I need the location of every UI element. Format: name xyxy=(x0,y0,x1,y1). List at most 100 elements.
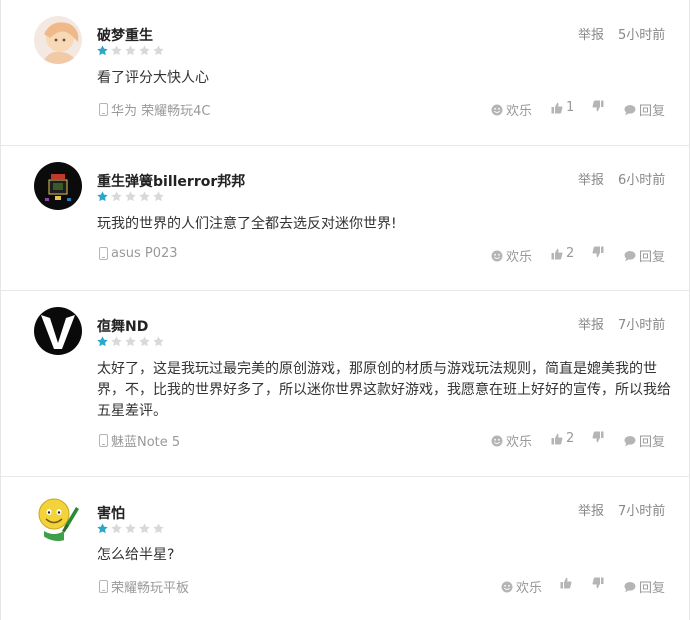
reply-button[interactable]: 回复 xyxy=(624,246,665,265)
review-item: 害怕 举报 7小时前 怎么给半星? 荣耀畅玩平板 欢乐 回复 xyxy=(1,477,689,620)
star-empty-icon xyxy=(111,336,122,347)
star-empty-icon xyxy=(139,523,150,534)
like-count: 2 xyxy=(566,431,575,446)
star-empty-icon xyxy=(153,336,164,347)
report-link[interactable]: 举报 xyxy=(578,500,604,519)
star-empty-icon xyxy=(125,523,136,534)
star-empty-icon xyxy=(125,336,136,347)
like-button[interactable]: 2 xyxy=(551,431,574,446)
comment-icon xyxy=(624,435,636,447)
phone-icon xyxy=(99,580,108,593)
avatar[interactable] xyxy=(34,493,82,541)
review-item: 重生弹簧billerror邦邦 举报 6小时前 玩我的世界的人们注意了全都去选反… xyxy=(1,146,689,291)
thumbs-up-icon xyxy=(551,433,563,445)
review-text: 看了评分大快人心 xyxy=(97,70,209,86)
smiley-icon xyxy=(491,250,503,262)
timestamp: 5小时前 xyxy=(618,28,666,43)
happy-button[interactable]: 欢乐 xyxy=(491,431,532,450)
star-filled-icon xyxy=(97,45,108,56)
star-filled-icon xyxy=(97,523,108,534)
star-rating xyxy=(97,336,164,347)
report-link[interactable]: 举报 xyxy=(578,24,604,43)
dislike-button[interactable] xyxy=(592,577,607,589)
star-empty-icon xyxy=(139,45,150,56)
like-button[interactable]: 2 xyxy=(551,246,574,261)
device-name: 华为 荣耀畅玩4C xyxy=(111,104,211,119)
star-filled-icon xyxy=(97,336,108,347)
like-button[interactable] xyxy=(560,577,575,589)
happy-button[interactable]: 欢乐 xyxy=(491,100,532,119)
smiley-icon xyxy=(491,104,503,116)
device-info: 华为 荣耀畅玩4C xyxy=(99,100,210,119)
star-empty-icon xyxy=(111,523,122,534)
like-count: 1 xyxy=(566,100,575,115)
star-empty-icon xyxy=(125,45,136,56)
reply-button[interactable]: 回复 xyxy=(624,577,665,596)
happy-button[interactable]: 欢乐 xyxy=(501,577,542,596)
device-info: 魅蓝Note 5 xyxy=(99,431,180,450)
happy-button[interactable]: 欢乐 xyxy=(491,246,532,265)
happy-label: 欢乐 xyxy=(506,104,533,119)
thumbs-up-icon xyxy=(551,248,563,260)
device-name: 荣耀畅玩平板 xyxy=(111,581,190,596)
timestamp: 6小时前 xyxy=(618,173,666,188)
review-list: 破梦重生 举报 5小时前 看了评分大快人心 华为 荣耀畅玩4C 欢乐 1 回复 xyxy=(0,0,690,620)
smiley-icon xyxy=(491,435,503,447)
star-empty-icon xyxy=(153,523,164,534)
dislike-button[interactable] xyxy=(592,431,607,443)
avatar[interactable] xyxy=(34,162,82,210)
dislike-button[interactable] xyxy=(592,100,607,112)
like-count: 2 xyxy=(566,246,575,261)
timestamp: 7小时前 xyxy=(618,504,666,519)
happy-label: 欢乐 xyxy=(516,581,543,596)
username[interactable]: 重生弹簧billerror邦邦 xyxy=(97,171,245,191)
star-empty-icon xyxy=(139,191,150,202)
reply-label: 回复 xyxy=(639,581,666,596)
thumbs-down-icon xyxy=(592,100,604,112)
star-empty-icon xyxy=(153,45,164,56)
device-info: asus P023 xyxy=(99,246,178,261)
star-empty-icon xyxy=(111,191,122,202)
avatar[interactable] xyxy=(34,16,82,64)
timestamp: 7小时前 xyxy=(618,318,666,333)
reply-button[interactable]: 回复 xyxy=(624,431,665,450)
star-empty-icon xyxy=(111,45,122,56)
star-empty-icon xyxy=(125,191,136,202)
thumbs-up-icon xyxy=(560,577,572,589)
phone-icon xyxy=(99,247,108,260)
happy-label: 欢乐 xyxy=(506,435,533,450)
reply-label: 回复 xyxy=(639,435,666,450)
username[interactable]: 亱舞ND xyxy=(97,316,148,336)
username[interactable]: 害怕 xyxy=(97,503,125,523)
thumbs-down-icon xyxy=(592,577,604,589)
star-rating xyxy=(97,191,164,202)
star-filled-icon xyxy=(97,191,108,202)
phone-icon xyxy=(99,103,108,116)
review-text: 怎么给半星? xyxy=(97,547,175,563)
star-rating xyxy=(97,523,164,534)
review-item: 亱舞ND 举报 7小时前 太好了，这是我玩过最完美的原创游戏，那原创的材质与游戏… xyxy=(1,291,689,477)
thumbs-up-icon xyxy=(551,102,563,114)
comment-icon xyxy=(624,250,636,262)
review-text: 玩我的世界的人们注意了全都去选反对迷你世界! xyxy=(97,216,397,232)
report-link[interactable]: 举报 xyxy=(578,169,604,188)
like-button[interactable]: 1 xyxy=(551,100,574,115)
reply-label: 回复 xyxy=(639,104,666,119)
device-name: asus P023 xyxy=(111,246,178,261)
phone-icon xyxy=(99,434,108,447)
star-empty-icon xyxy=(139,336,150,347)
thumbs-down-icon xyxy=(592,246,604,258)
reply-button[interactable]: 回复 xyxy=(624,100,665,119)
happy-label: 欢乐 xyxy=(506,250,533,265)
device-info: 荣耀畅玩平板 xyxy=(99,577,189,596)
review-text: 太好了，这是我玩过最完美的原创游戏，那原创的材质与游戏玩法规则，简直是媲美我的世… xyxy=(97,361,671,419)
dislike-button[interactable] xyxy=(592,246,607,258)
comment-icon xyxy=(624,581,636,593)
comment-icon xyxy=(624,104,636,116)
avatar[interactable] xyxy=(34,307,82,355)
device-name: 魅蓝Note 5 xyxy=(111,435,181,450)
star-rating xyxy=(97,45,164,56)
smiley-icon xyxy=(501,581,513,593)
username[interactable]: 破梦重生 xyxy=(97,25,153,45)
report-link[interactable]: 举报 xyxy=(578,314,604,333)
